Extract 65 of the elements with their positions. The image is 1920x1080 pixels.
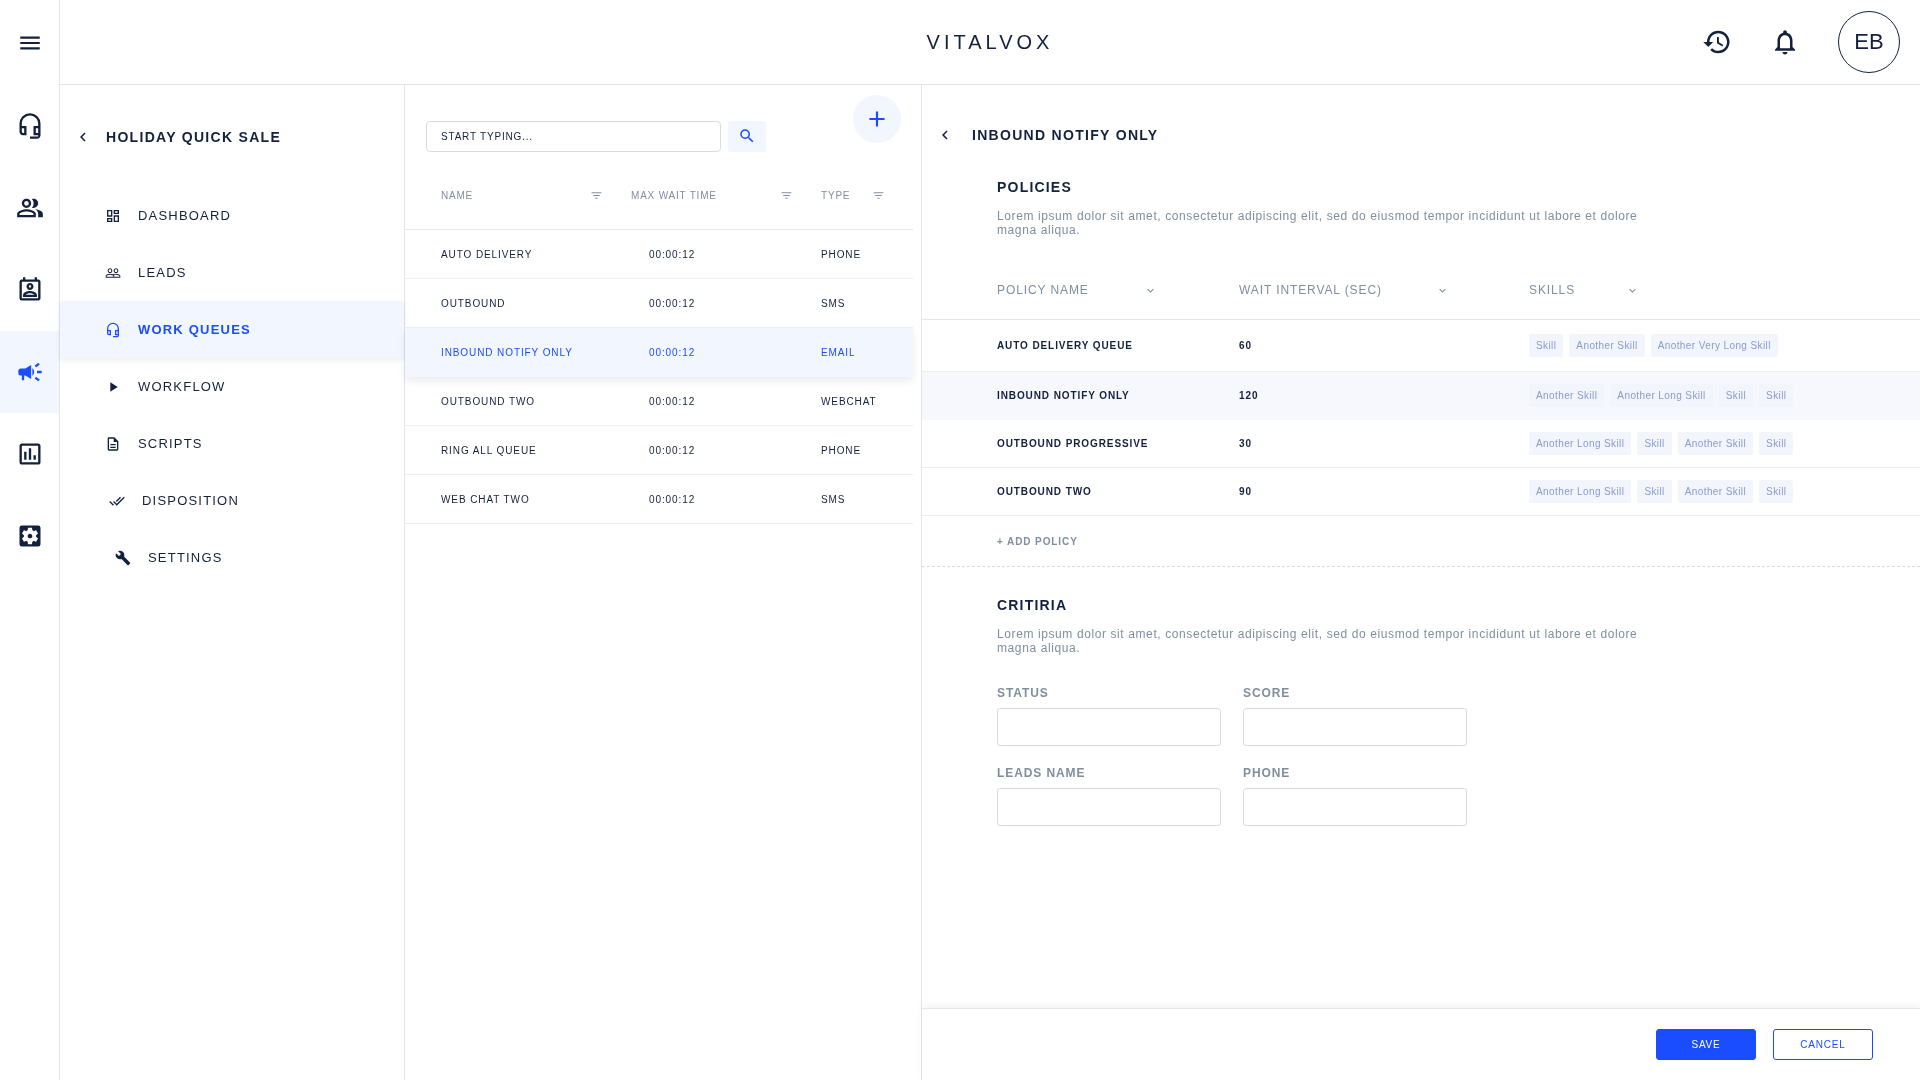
skill-tag: Skill (1718, 383, 1754, 407)
input-field[interactable] (997, 787, 1221, 826)
sidebar-item[interactable]: SCRIPTS (60, 415, 404, 472)
skill-tag: Skill (1759, 479, 1794, 503)
skill-tag: Another Long Skill (1610, 383, 1713, 407)
column-header: MAX WAIT TIME (631, 190, 717, 201)
column-header: TYPE (821, 190, 851, 201)
skill-tag: Skill (1637, 431, 1672, 455)
sidebar-item[interactable]: WORKFLOW (60, 358, 404, 415)
sidebar-item[interactable]: WORK QUEUES (60, 301, 404, 358)
section-description: Lorem ipsum dolor sit amet, consectetur adipiscing elit, sed do eiusmod tempor incididunt ut labore et dolore magna aliqua. (997, 209, 1639, 238)
skill-tag: Skill (1759, 431, 1794, 455)
section-title: POLICIES (997, 179, 1073, 195)
sidebar-item[interactable]: DASHBOARD (60, 187, 404, 244)
column-header: POLICY NAME (997, 283, 1089, 298)
search-icon (738, 127, 756, 145)
queue-row[interactable]: RING ALL QUEUE 00:00:12 PHONE (405, 426, 913, 475)
queue-row[interactable]: OUTBOUND TWO 00:00:12 WEBCHAT (405, 377, 913, 426)
document-icon (105, 435, 121, 452)
filter-icon[interactable] (872, 189, 885, 202)
wrench-icon (115, 549, 131, 566)
sidebar-item[interactable]: LEADS (60, 244, 404, 301)
brand-logo: VITALVOX (926, 30, 1054, 53)
search-field[interactable]: START TYPING... (426, 120, 721, 152)
input-field[interactable] (1243, 787, 1467, 826)
campaign-title: HOLIDAY QUICK SALE (106, 129, 282, 145)
headset-icon (105, 321, 121, 338)
field-label: LEADS NAME (997, 765, 1087, 780)
section-title: CRITIRIA (997, 596, 1069, 613)
input-field[interactable] (997, 707, 1221, 746)
detail-title: INBOUND NOTIFY ONLY (972, 127, 1159, 143)
skill-tag: Another Long Skill (1529, 431, 1632, 455)
add-button[interactable] (853, 95, 901, 143)
skill-tag: Another Very Long Skill (1650, 333, 1778, 357)
sidebar-item[interactable]: DISPOSITION (60, 472, 404, 529)
dashboard-icon (105, 207, 121, 224)
column-header: NAME (441, 190, 474, 201)
column-header: SKILLS (1529, 283, 1576, 298)
queue-row[interactable]: AUTO DELIVERY 00:00:12 PHONE (405, 230, 913, 279)
search-button[interactable] (728, 120, 766, 152)
column-header: WAIT INTERVAL (SEC) (1239, 283, 1382, 298)
skill-tag: Another Long Skill (1529, 479, 1632, 503)
policy-row[interactable]: OUTBOUND PROGRESSIVE 30 Another Long Skill Skill Another Skill Skill (922, 419, 1920, 468)
skill-tag: Another Skill (1569, 333, 1645, 357)
field-label: PHONE (1243, 765, 1292, 780)
section-description: Lorem ipsum dolor sit amet, consectetur adipiscing elit, sed do eiusmod tempor incididunt ut labore et dolore magna aliqua. (997, 626, 1639, 656)
filter-icon[interactable] (780, 189, 793, 202)
filter-icon[interactable] (590, 189, 603, 202)
skill-tag: Another Skill (1677, 479, 1754, 503)
input-field[interactable] (1243, 707, 1467, 746)
sidebar-item[interactable]: SETTINGS (60, 529, 404, 586)
skill-tag: Another Skill (1529, 383, 1605, 407)
skill-tag: Skill (1529, 333, 1564, 357)
skill-tag: Skill (1759, 383, 1794, 407)
queue-row[interactable]: INBOUND NOTIFY ONLY 00:00:12 EMAIL (405, 328, 913, 377)
queue-row[interactable]: WEB CHAT TWO 00:00:12 SMS (405, 475, 913, 524)
skill-tag: Skill (1637, 479, 1672, 503)
field-label: SCORE (1243, 685, 1292, 700)
policy-row[interactable]: AUTO DELIVERY QUEUE 60 Skill Another Skill Another Very Long Skill (922, 319, 1920, 372)
save-button[interactable]: SAVE (1656, 1029, 1756, 1060)
policy-row[interactable]: INBOUND NOTIFY ONLY 120 Another Skill Another Long Skill Skill Skill (922, 371, 1920, 420)
skill-tag: Another Skill (1677, 431, 1754, 455)
policy-row[interactable]: OUTBOUND TWO 90 Another Long Skill Skill Another Skill Skill (922, 467, 1920, 516)
cancel-button[interactable]: CANCEL (1773, 1029, 1873, 1060)
field-label: STATUS (997, 685, 1050, 700)
